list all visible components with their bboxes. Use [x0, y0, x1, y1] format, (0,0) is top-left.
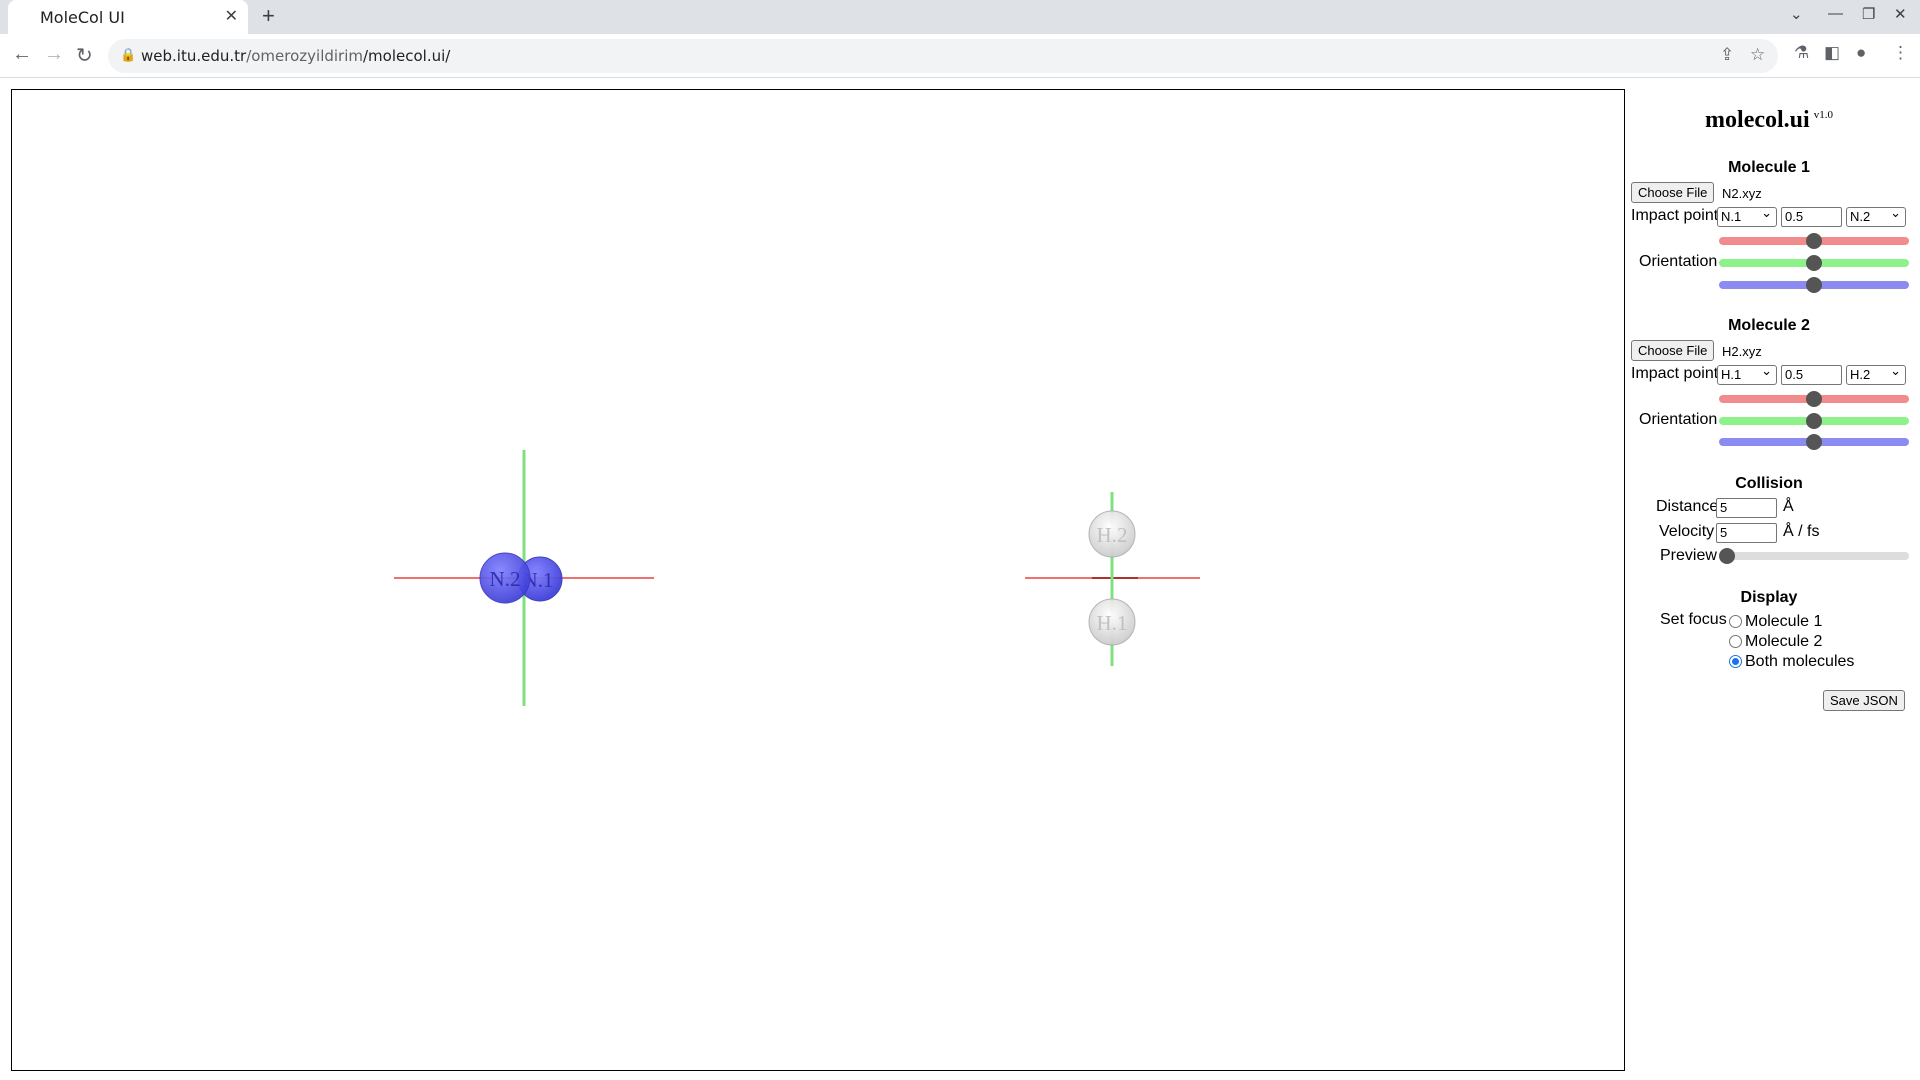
- molecule-viewport[interactable]: N.1 N.2 H.2 H.1: [11, 89, 1625, 1071]
- browser-menu-icon[interactable]: ⋮: [1892, 43, 1909, 63]
- slider-thumb[interactable]: [1719, 548, 1735, 564]
- molecule2-rotation-z-slider[interactable]: [1719, 434, 1909, 450]
- molecule2-orientation-label: Orientation: [1639, 411, 1718, 428]
- molecule1-impact-to-select[interactable]: N.2: [1846, 205, 1906, 227]
- molecule2-impact-label: Impact point: [1631, 365, 1719, 382]
- slider-thumb[interactable]: [1806, 255, 1822, 271]
- reload-icon[interactable]: ↻: [76, 43, 93, 68]
- display-heading: Display: [1740, 589, 1798, 606]
- molecule2-rotation-x-slider[interactable]: [1719, 391, 1909, 407]
- molecule2-impact-to-select[interactable]: H.2: [1846, 363, 1906, 385]
- preview-label: Preview: [1660, 547, 1717, 564]
- molecule1-rotation-x-slider[interactable]: [1719, 233, 1909, 249]
- distance-unit: Å: [1783, 498, 1794, 515]
- browser-toolbar: ← → ↻ 🔒 web.itu.edu.tr/omerozyildirim/mo…: [0, 34, 1920, 78]
- velocity-unit: Å / fs: [1783, 523, 1820, 540]
- close-window-icon[interactable]: ✕: [1894, 5, 1907, 23]
- molecule2-file-name: H2.xyz: [1722, 344, 1762, 359]
- focus-both-radio[interactable]: [1729, 655, 1742, 668]
- molecule1-impact-from-select[interactable]: N.1: [1717, 205, 1777, 227]
- restore-icon[interactable]: ❐: [1862, 5, 1875, 23]
- profile-avatar-icon[interactable]: ●: [1856, 43, 1866, 63]
- slider-thumb[interactable]: [1806, 233, 1822, 249]
- molecule1-impact-label: Impact point: [1631, 207, 1719, 224]
- back-icon[interactable]: ←: [12, 43, 32, 66]
- side-panel-icon[interactable]: ◧: [1824, 43, 1840, 63]
- velocity-input[interactable]: 5: [1716, 523, 1777, 543]
- collision-heading: Collision: [1735, 475, 1803, 492]
- bookmark-star-icon[interactable]: ☆: [1750, 45, 1765, 65]
- molecule2-heading: Molecule 2: [1728, 317, 1810, 334]
- focus-molecule2-radio[interactable]: [1729, 635, 1742, 648]
- slider-thumb[interactable]: [1806, 277, 1822, 293]
- velocity-label: Velocity: [1659, 523, 1715, 540]
- atom-h2-label: H.2: [1097, 523, 1128, 547]
- minimize-icon[interactable]: —: [1828, 5, 1843, 22]
- molecule1-choose-file-button[interactable]: Choose File: [1631, 182, 1715, 203]
- slider-track: [1719, 552, 1909, 560]
- molecule2-impact-from-select[interactable]: H.1: [1717, 363, 1777, 385]
- address-bar[interactable]: 🔒 web.itu.edu.tr/omerozyildirim/molecol.…: [108, 39, 1778, 73]
- atom-h1-label: H.1: [1097, 611, 1128, 635]
- app-title: molecol.ui v1.0: [1705, 107, 1833, 133]
- atom-n2-label: N.2: [490, 567, 521, 591]
- molecule2-choose-file-button[interactable]: Choose File: [1631, 340, 1715, 361]
- preview-slider[interactable]: [1719, 548, 1909, 564]
- slider-thumb[interactable]: [1806, 434, 1822, 450]
- forward-icon[interactable]: →: [44, 43, 64, 66]
- focus-molecule1-radio[interactable]: [1729, 615, 1742, 628]
- focus-molecule2-label[interactable]: Molecule 2: [1745, 633, 1822, 651]
- distance-input[interactable]: 5: [1716, 498, 1777, 518]
- molecule1-orientation-label: Orientation: [1639, 253, 1718, 270]
- control-panel: molecol.ui v1.0: [1630, 80, 1920, 1080]
- save-json-button[interactable]: Save JSON: [1823, 690, 1905, 711]
- app-version: v1.0: [1813, 109, 1833, 121]
- new-tab-icon[interactable]: +: [262, 3, 275, 29]
- share-icon[interactable]: ⇪: [1720, 45, 1734, 65]
- tab-strip: MoleCol UI ✕ + ⌄ — ❐ ✕: [0, 0, 1920, 34]
- set-focus-label: Set focus: [1660, 611, 1727, 628]
- molecule1-rotation-z-slider[interactable]: [1719, 277, 1909, 293]
- molecule1-file-name: N2.xyz: [1722, 186, 1762, 201]
- url-text: web.itu.edu.tr/omerozyildirim/molecol.ui…: [141, 47, 451, 65]
- molecule1-rotation-y-slider[interactable]: [1719, 255, 1909, 271]
- distance-label: Distance: [1656, 498, 1719, 515]
- slider-thumb[interactable]: [1806, 413, 1822, 429]
- molecule1-heading: Molecule 1: [1728, 159, 1810, 176]
- labs-icon[interactable]: ⚗: [1794, 43, 1809, 63]
- tab-search-icon[interactable]: ⌄: [1790, 5, 1803, 23]
- molecule2-rotation-y-slider[interactable]: [1719, 413, 1909, 429]
- browser-tab[interactable]: MoleCol UI ✕: [8, 0, 248, 34]
- focus-molecule1-label[interactable]: Molecule 1: [1745, 613, 1822, 631]
- molecule2-impact-value-input[interactable]: 0.5: [1781, 365, 1842, 385]
- tab-close-icon[interactable]: ✕: [225, 6, 238, 26]
- focus-both-label[interactable]: Both molecules: [1745, 653, 1854, 671]
- molecule1-impact-value-input[interactable]: 0.5: [1781, 207, 1842, 227]
- lock-icon[interactable]: 🔒: [120, 47, 136, 63]
- slider-thumb[interactable]: [1806, 391, 1822, 407]
- tab-title: MoleCol UI: [40, 8, 125, 27]
